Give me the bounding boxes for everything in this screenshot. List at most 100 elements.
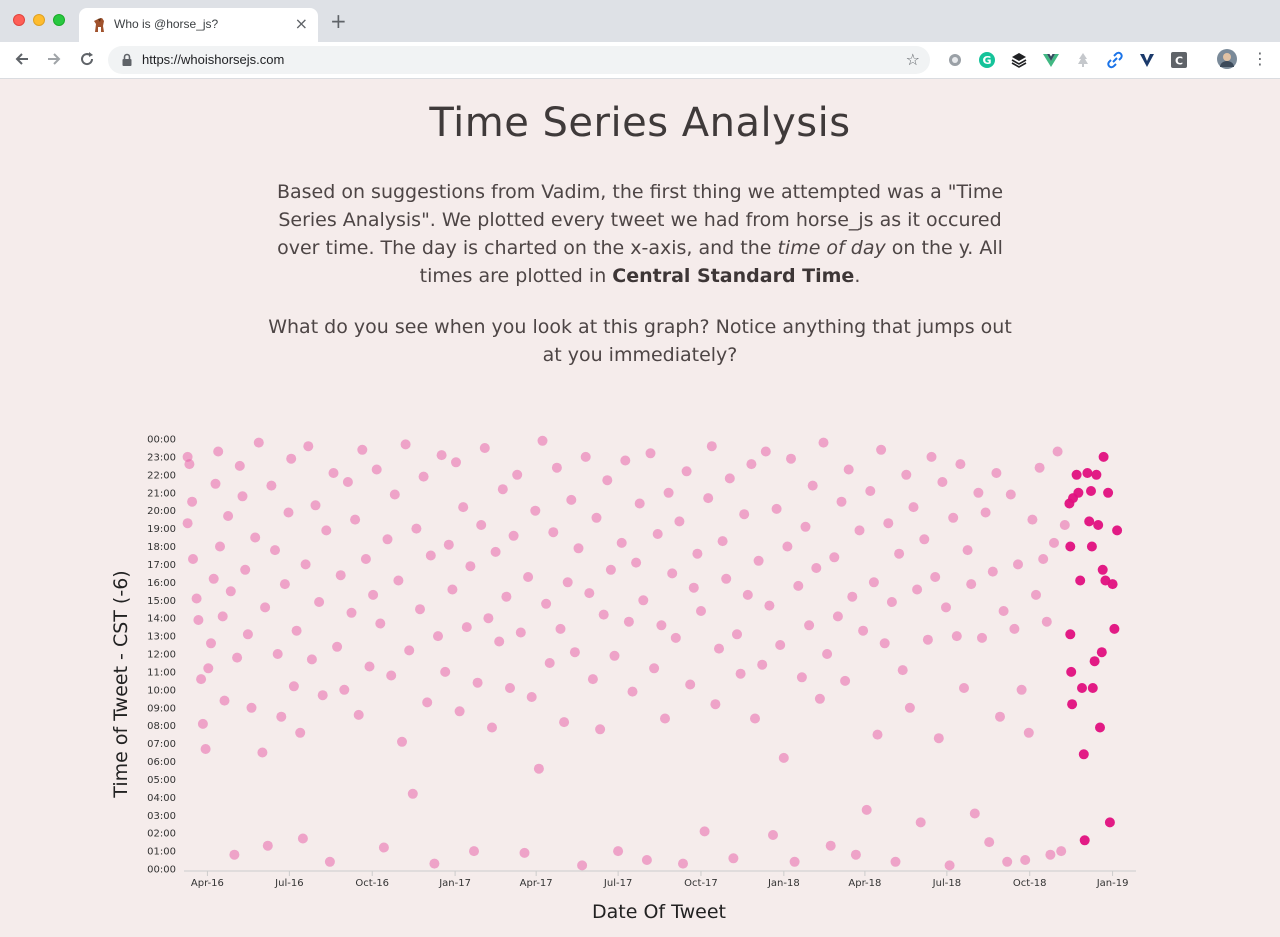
back-icon[interactable] — [13, 50, 31, 68]
tweet-point — [778, 752, 789, 763]
svg-text:C: C — [1175, 55, 1183, 68]
layers-icon[interactable] — [1010, 51, 1028, 69]
points-layer — [182, 435, 1123, 871]
tweet-point — [382, 534, 393, 545]
y-tick-label: 22:00 — [147, 470, 176, 481]
tweet-point — [876, 444, 887, 455]
tweet-point — [196, 674, 207, 685]
tweet-point — [297, 833, 308, 844]
tweet-point — [1009, 623, 1020, 634]
tweet-point — [184, 459, 195, 470]
x-axis: Apr-16 Jul-16 Oct-16 Jan-17 Apr-17 Jul-17 Oct-… — [191, 871, 1128, 889]
tweet-point — [944, 860, 955, 871]
tab-close-icon[interactable]: × — [295, 15, 308, 33]
tweet-point — [272, 649, 283, 659]
recent-tweet-point — [1086, 541, 1097, 552]
profile-avatar[interactable] — [1217, 49, 1237, 69]
recent-tweet-point — [1077, 683, 1087, 693]
tweet-point — [436, 450, 447, 461]
tweet-point — [253, 437, 264, 448]
tweet-point — [890, 856, 901, 867]
tweet-point — [200, 744, 211, 754]
v-extension-icon[interactable] — [1138, 51, 1156, 69]
y-tick-label: 04:00 — [147, 793, 176, 804]
close-window-button[interactable] — [13, 14, 25, 26]
tweet-point — [562, 577, 573, 588]
tweet-point — [858, 625, 869, 636]
url-text[interactable]: https://whoishorsejs.com — [142, 52, 284, 67]
y-tick-label: 01:00 — [147, 847, 176, 858]
x-tick-label: Apr-16 — [191, 878, 224, 889]
minimize-window-button[interactable] — [33, 14, 45, 26]
tweet-point — [840, 675, 851, 686]
tweet-point — [276, 711, 287, 722]
x-tick-label: Oct-16 — [355, 878, 389, 889]
tweet-point — [670, 632, 681, 643]
c-extension-icon[interactable]: C — [1170, 51, 1188, 69]
tweet-point — [429, 858, 440, 869]
tweet-point — [660, 713, 670, 724]
tweet-point — [995, 711, 1005, 722]
tweet-point — [919, 534, 930, 545]
link-icon[interactable] — [1106, 51, 1124, 69]
tweet-point — [371, 464, 382, 475]
tweet-point — [955, 459, 966, 470]
new-tab-button[interactable]: + — [330, 11, 347, 31]
tweet-point — [303, 441, 314, 452]
y-axis: 00:00 01:00 02:00 03:00 04:00 05:00 06:00 07:00… — [147, 435, 176, 876]
tweet-point — [353, 709, 364, 720]
tweet-point — [735, 668, 746, 679]
tweet-point — [203, 663, 214, 674]
address-bar[interactable]: https://whoishorsejs.com ☆ — [108, 46, 930, 74]
tweet-point — [836, 496, 847, 507]
x-tick-label: Jul-18 — [932, 878, 961, 889]
tweet-point — [721, 573, 732, 584]
menu-icon[interactable]: ⋮ — [1252, 49, 1268, 68]
vue-devtools-icon[interactable] — [1042, 51, 1060, 69]
tweet-point — [386, 670, 397, 681]
recent-tweet-point — [1084, 516, 1095, 527]
y-tick-label: 03:00 — [147, 811, 176, 822]
y-tick-label: 07:00 — [147, 739, 176, 750]
tweet-point — [850, 849, 861, 860]
tweet-point — [548, 527, 559, 538]
tweet-point — [262, 840, 273, 851]
tweet-point — [237, 491, 248, 502]
star-icon[interactable]: ☆ — [906, 50, 920, 69]
tweet-point — [407, 788, 418, 799]
tweet-point — [634, 498, 645, 509]
tweet-point — [389, 489, 400, 500]
question-paragraph: What do you see when you look at this gr… — [268, 316, 1012, 366]
tweet-point — [332, 641, 343, 652]
y-tick-label: 18:00 — [147, 542, 176, 553]
intro-emphasis: time of day — [777, 237, 886, 259]
chart-container: 00:00 01:00 02:00 03:00 04:00 05:00 06:00 07:00… — [100, 420, 1160, 933]
tweet-point — [544, 658, 555, 668]
y-tick-label: 08:00 — [147, 721, 176, 732]
tweet-point — [613, 846, 624, 857]
maximize-window-button[interactable] — [53, 14, 65, 26]
tweet-point — [246, 702, 257, 713]
y-tick-label: 23:00 — [147, 452, 176, 463]
tweet-point — [508, 530, 519, 541]
y-axis-label: Time of Tweet - CST (-6) — [110, 570, 132, 798]
tree-extension-icon[interactable] — [1074, 51, 1092, 69]
tweet-point — [897, 665, 908, 676]
recent-tweet-point — [1096, 647, 1107, 658]
x-tick-label: Jan-17 — [438, 878, 471, 889]
tweet-point — [1041, 616, 1052, 627]
tweet-point — [300, 559, 311, 570]
extension-grey-icon[interactable] — [946, 51, 964, 69]
forward-icon[interactable] — [45, 50, 63, 68]
tweet-point — [685, 679, 696, 690]
tweet-point — [973, 487, 984, 498]
browser-tab[interactable]: Who is @horse_js? × — [79, 8, 318, 42]
tweet-point — [915, 817, 926, 828]
tweet-point — [523, 572, 534, 582]
grammarly-icon[interactable]: G — [978, 51, 996, 69]
reload-icon[interactable] — [78, 50, 96, 68]
tweet-point — [710, 699, 721, 710]
tweet-point — [930, 572, 941, 582]
tweet-point — [225, 586, 236, 597]
tweet-point — [1052, 446, 1063, 457]
